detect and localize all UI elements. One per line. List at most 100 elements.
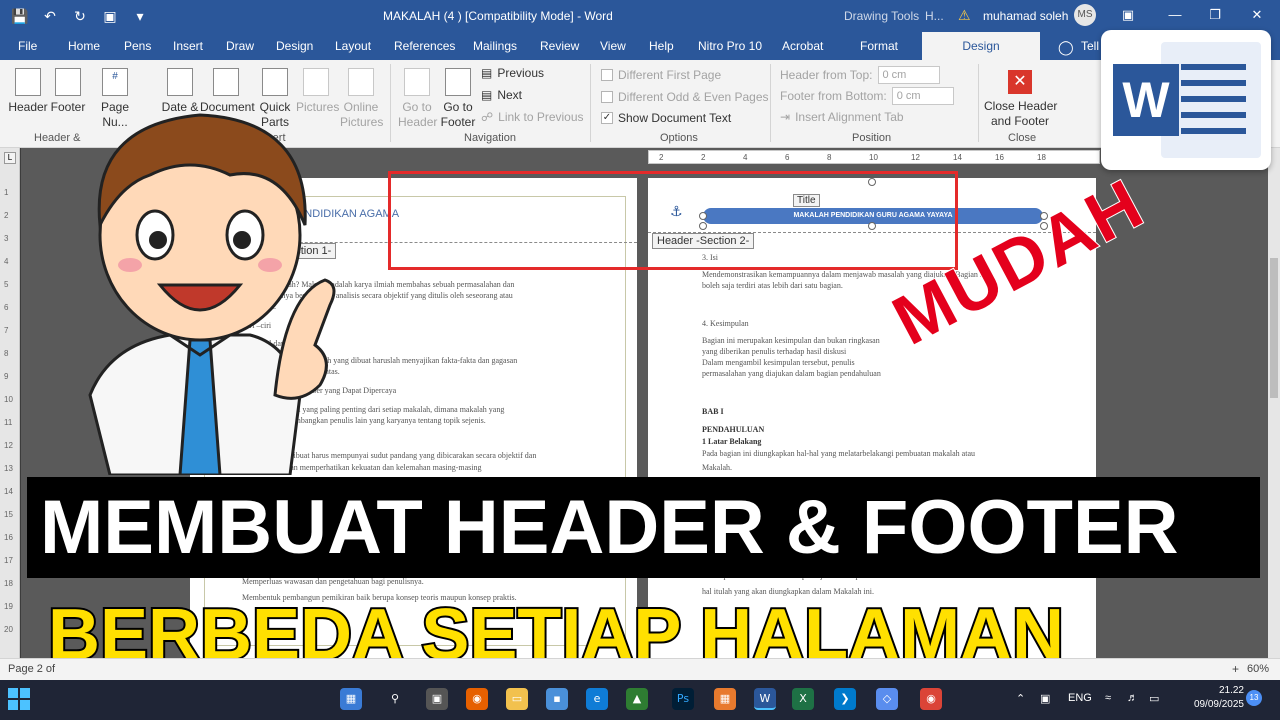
zoom-level[interactable]: 60%	[1247, 663, 1269, 675]
tab-review[interactable]: Review	[540, 39, 579, 53]
volume-icon[interactable]: ♬	[1127, 692, 1138, 704]
header-button[interactable]: Header	[8, 68, 48, 115]
save-icon[interactable]: 💾	[10, 6, 30, 26]
tab-nitro[interactable]: Nitro Pro 10	[698, 39, 762, 53]
footer-icon	[55, 68, 81, 96]
header-from-top-input[interactable]: 0 cm	[877, 66, 940, 84]
zoom-in-icon[interactable]: +	[1232, 662, 1239, 676]
go-to-footer-button[interactable]: Go to Footer	[440, 68, 476, 130]
footer-from-bottom-input[interactable]: 0 cm	[891, 87, 954, 105]
alignment-tab-icon: ⇥	[780, 110, 791, 124]
tray-overflow-icon[interactable]: ⌃	[1016, 692, 1025, 705]
warning-icon[interactable]: ⚠	[958, 7, 971, 24]
tab-insert[interactable]: Insert	[173, 39, 203, 53]
lightbulb-icon[interactable]: ◯	[1058, 39, 1074, 56]
horizontal-ruler[interactable]: 2 2 4 6 8 10 12 14 16 18	[648, 150, 1100, 164]
language-indicator[interactable]: ENG	[1068, 692, 1092, 704]
group-separator	[978, 64, 979, 142]
link-icon: ☍	[481, 110, 494, 124]
redo-icon[interactable]: ↻	[70, 6, 90, 26]
next-icon: ▤	[481, 88, 493, 102]
minimize-icon[interactable]: —	[1165, 5, 1185, 25]
paragraph-line: yang diberikan penulis terhadap hasil di…	[702, 347, 847, 356]
go-to-header-button[interactable]: Go to Header	[398, 68, 437, 130]
tab-pens[interactable]: Pens	[124, 39, 151, 53]
store-icon[interactable]: ▪	[546, 688, 568, 710]
task-view-icon[interactable]: ▣	[426, 688, 448, 710]
app-icon[interactable]: ▲	[626, 688, 648, 710]
vscode-icon[interactable]: ❯	[834, 688, 856, 710]
paragraph-line: permasalahan yang diajukan dalam bagian …	[702, 369, 881, 378]
group-options-label: Options	[660, 132, 698, 144]
highlight-rectangle	[388, 171, 958, 270]
tab-file[interactable]: File	[18, 39, 37, 53]
ruler-number: 16	[4, 533, 13, 542]
different-odd-even-checkbox[interactable]: Different Odd & Even Pages	[601, 90, 769, 104]
notification-badge[interactable]: 13	[1246, 690, 1262, 706]
app-icon[interactable]: ◇	[876, 688, 898, 710]
tab-view[interactable]: View	[600, 39, 626, 53]
ruler-number: 9	[4, 372, 9, 381]
word-taskbar-icon[interactable]: W	[754, 688, 776, 710]
online-picture-icon	[348, 68, 374, 96]
tell-me-search[interactable]: Tell	[1081, 39, 1099, 53]
tab-mailings[interactable]: Mailings	[473, 39, 517, 53]
tab-acrobat[interactable]: Acrobat	[782, 39, 823, 53]
next-button[interactable]: ▤ Next	[481, 88, 522, 102]
file-explorer-icon[interactable]: ▭	[506, 688, 528, 710]
tab-design[interactable]: Design	[276, 39, 313, 53]
tab-format[interactable]: Format	[860, 39, 898, 53]
go-to-footer-label: Go to Footer	[440, 100, 476, 129]
undo-icon[interactable]: ↶	[40, 6, 60, 26]
insert-alignment-tab-button[interactable]: ⇥ Insert Alignment Tab	[780, 110, 904, 124]
excel-icon[interactable]: X	[792, 688, 814, 710]
different-first-page-checkbox[interactable]: Different First Page	[601, 68, 721, 82]
windows-taskbar: ▦ ⚲ ▣ ◉ ▭ ▪ e ▲ Ps ▦ W X ❯ ◇ ◉ ⌃ ▣ ENG ≈…	[0, 680, 1280, 720]
checkbox-icon	[601, 69, 613, 81]
go-to-footer-icon	[445, 68, 471, 96]
edge-icon[interactable]: e	[586, 688, 608, 710]
header-icon	[15, 68, 41, 96]
show-document-text-checkbox[interactable]: ✓ Show Document Text	[601, 111, 731, 125]
app-icon[interactable]: ▦	[714, 688, 736, 710]
ribbon-display-icon[interactable]: ▣	[1118, 5, 1138, 25]
app-tray-icon[interactable]: ▣	[1040, 692, 1050, 705]
ruler-number: 5	[4, 280, 9, 289]
link-to-previous-button[interactable]: ☍ Link to Previous	[481, 110, 584, 124]
tab-references[interactable]: References	[394, 39, 455, 53]
search-icon[interactable]: ⚲	[384, 688, 406, 710]
previous-button[interactable]: ▤ Previous	[481, 66, 544, 80]
tab-selector[interactable]: L	[4, 152, 16, 164]
tab-help[interactable]: Help	[649, 39, 674, 53]
ruler-number: 4	[743, 153, 748, 162]
vertical-ruler: 1 2 3 4 5 6 7 8 9 10 11 12 13 14 15 16 17 18 19 20	[0, 148, 20, 658]
close-header-footer-button[interactable]: ✕ Close Header and Footer	[984, 70, 1057, 129]
tab-layout[interactable]: Layout	[335, 39, 371, 53]
show-document-text-label: Show Document Text	[618, 111, 732, 125]
vertical-scrollbar[interactable]	[1268, 148, 1280, 658]
user-name[interactable]: muhamad soleh	[983, 9, 1068, 23]
photoshop-icon[interactable]: Ps	[672, 688, 694, 710]
paragraph-line: Dalam mengambil kesimpulan tersebut, pen…	[702, 358, 855, 367]
firefox-icon[interactable]: ◉	[466, 688, 488, 710]
ruler-number: 13	[4, 464, 13, 473]
avatar[interactable]: MS	[1074, 4, 1096, 26]
windows-start-icon[interactable]	[8, 688, 30, 710]
touch-mode-icon[interactable]: ▣	[100, 6, 120, 26]
chrome-icon[interactable]: ◉	[920, 688, 942, 710]
ruler-number: 1	[4, 188, 9, 197]
system-clock[interactable]: 21.22 09/09/2025	[1194, 684, 1244, 712]
tab-home[interactable]: Home	[68, 39, 100, 53]
scrollbar-thumb[interactable]	[1270, 258, 1278, 398]
close-icon[interactable]: ✕	[1247, 5, 1267, 25]
page-count-status[interactable]: Page 2 of	[8, 663, 55, 675]
customize-qat-icon[interactable]: ▾	[130, 6, 150, 26]
tab-draw[interactable]: Draw	[226, 39, 254, 53]
ruler-number: 20	[4, 625, 13, 634]
wifi-icon[interactable]: ≈	[1105, 692, 1111, 704]
start-menu-icon[interactable]: ▦	[340, 688, 362, 710]
maximize-icon[interactable]: ❐	[1205, 5, 1225, 25]
tab-header-footer-design[interactable]: Design	[922, 32, 1040, 60]
ruler-number: 15	[4, 510, 13, 519]
battery-icon[interactable]: ▭	[1149, 692, 1159, 705]
